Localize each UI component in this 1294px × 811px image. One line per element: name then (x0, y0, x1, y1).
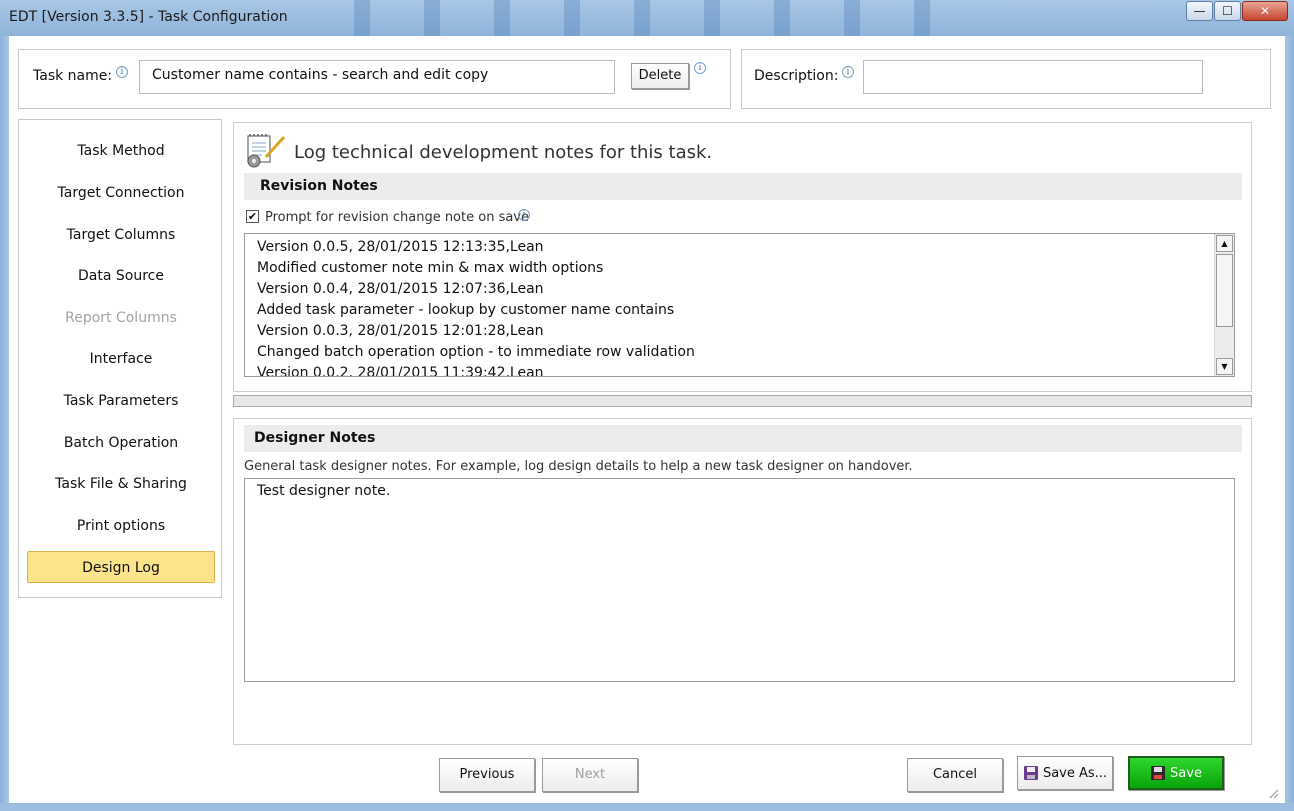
titlebar-background (330, 0, 930, 36)
designer-hint: General task designer notes. For example… (244, 459, 913, 474)
sidebar-item-report-columns: Report Columns (65, 310, 177, 326)
close-button[interactable]: ✕ (1242, 1, 1288, 21)
task-name-label: Task name: (33, 68, 113, 84)
revision-section-title: Revision Notes (244, 173, 1242, 200)
revision-heading: Log technical development notes for this… (294, 142, 713, 163)
delete-button[interactable]: Delete (631, 63, 689, 89)
revision-note-line: Version 0.0.2, 28/01/2015 11:39:42,Lean (257, 365, 544, 377)
sidebar-item-target-columns[interactable]: Target Columns (27, 219, 215, 251)
task-name-panel: Task name: i Customer name contains - se… (18, 49, 731, 109)
sidebar-item-task-parameters[interactable]: Task Parameters (27, 385, 215, 417)
sidebar-item-task-file-sharing[interactable]: Task File & Sharing (27, 468, 215, 500)
description-info-icon[interactable]: i (842, 66, 854, 78)
revision-note-line: Version 0.0.5, 28/01/2015 12:13:35,Lean (257, 239, 544, 255)
window-client: Task name: i Customer name contains - se… (9, 36, 1285, 803)
cancel-button[interactable]: Cancel (907, 758, 1003, 792)
save-as-label: Save As... (1042, 765, 1108, 781)
sidebar: Task Method Target Connection Target Col… (18, 119, 222, 598)
window-title: EDT [Version 3.3.5] - Task Configuration (9, 9, 288, 25)
sidebar-item-batch-operation[interactable]: Batch Operation (27, 427, 215, 459)
revision-panel: Log technical development notes for this… (233, 122, 1252, 392)
sidebar-item-target-connection[interactable]: Target Connection (27, 177, 215, 209)
revision-note-line: Modified customer note min & max width o… (257, 260, 604, 276)
save-button[interactable]: Save (1128, 756, 1224, 790)
scroll-down-button[interactable]: ▼ (1216, 358, 1233, 375)
title-bar[interactable]: EDT [Version 3.3.5] - Task Configuration… (0, 0, 1294, 36)
scroll-thumb[interactable] (1216, 254, 1233, 327)
sidebar-item-task-method[interactable]: Task Method (27, 135, 215, 167)
save-as-button[interactable]: Save As... (1017, 756, 1113, 790)
window-frame-right (1285, 36, 1294, 811)
revision-note-line: Changed batch operation option - to imme… (257, 344, 695, 360)
window-frame-left (0, 36, 9, 811)
task-name-input[interactable]: Customer name contains - search and edit… (139, 60, 615, 94)
window-frame-bottom (0, 803, 1294, 811)
notepad-icon (247, 134, 286, 168)
designer-notes-textarea[interactable]: Test designer note. (244, 478, 1235, 682)
revision-notes-lines: Version 0.0.5, 28/01/2015 12:13:35,Lean … (257, 237, 695, 377)
revision-note-line: Added task parameter - lookup by custome… (257, 302, 675, 318)
revision-prompt-info-icon[interactable]: i (518, 209, 530, 221)
next-button: Next (542, 758, 638, 792)
sidebar-item-design-log[interactable]: Design Log (27, 551, 215, 583)
minimize-button[interactable]: — (1186, 1, 1213, 21)
scroll-up-button[interactable]: ▲ (1216, 235, 1233, 252)
revision-notes-textarea[interactable]: Version 0.0.5, 28/01/2015 12:13:35,Lean … (244, 233, 1235, 377)
sidebar-item-data-source[interactable]: Data Source (27, 260, 215, 292)
panel-splitter[interactable] (233, 395, 1252, 407)
description-label: Description: (754, 68, 839, 84)
description-input[interactable] (863, 60, 1203, 94)
revision-note-line: Version 0.0.4, 28/01/2015 12:07:36,Lean (257, 281, 544, 297)
revision-prompt-checkbox[interactable]: ✔ (246, 210, 259, 223)
resize-grip-icon[interactable] (1267, 787, 1279, 799)
sidebar-item-print-options[interactable]: Print options (27, 510, 215, 542)
previous-button[interactable]: Previous (439, 758, 535, 792)
revision-note-line: Version 0.0.3, 28/01/2015 12:01:28,Lean (257, 323, 544, 339)
sidebar-item-interface[interactable]: Interface (27, 343, 215, 375)
designer-section-title: Designer Notes (244, 425, 1242, 452)
revision-scrollbar[interactable]: ▲ ▼ (1214, 234, 1234, 376)
maximize-button[interactable]: ☐ (1214, 1, 1241, 21)
delete-info-icon[interactable]: i (694, 62, 706, 74)
floppy-disk-icon (1023, 766, 1038, 780)
designer-panel: Designer Notes General task designer not… (233, 418, 1252, 745)
floppy-disk-icon (1151, 766, 1166, 780)
designer-note-text: Test designer note. (257, 483, 391, 499)
task-name-info-icon[interactable]: i (116, 66, 128, 78)
revision-prompt-label[interactable]: Prompt for revision change note on save (265, 210, 529, 225)
description-panel: Description: i (741, 49, 1271, 109)
save-label: Save (1170, 765, 1202, 781)
